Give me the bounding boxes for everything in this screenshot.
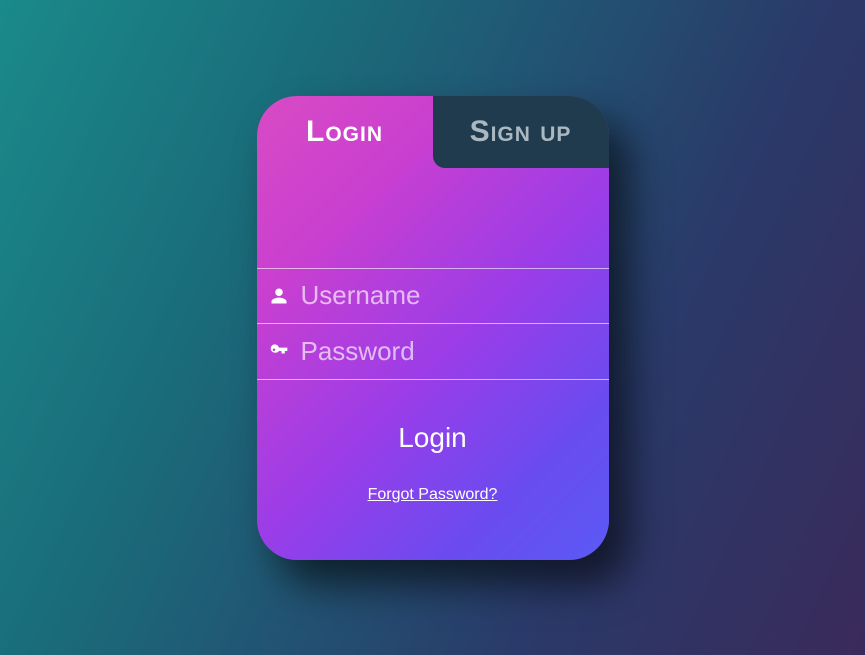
login-button[interactable]: Login xyxy=(257,422,609,454)
tab-bar: Login Sign up xyxy=(257,96,609,168)
form-content: Login Forgot Password? xyxy=(257,168,609,504)
user-icon xyxy=(269,286,289,306)
key-icon xyxy=(269,341,289,361)
username-field-row xyxy=(257,268,609,324)
password-input[interactable] xyxy=(289,336,609,367)
password-field-row xyxy=(257,324,609,380)
login-card: Login Sign up Login Forgot Password? xyxy=(257,96,609,560)
username-input[interactable] xyxy=(289,280,609,311)
tab-login[interactable]: Login xyxy=(257,96,433,168)
forgot-password-link[interactable]: Forgot Password? xyxy=(257,486,609,504)
tab-signup[interactable]: Sign up xyxy=(433,96,609,168)
